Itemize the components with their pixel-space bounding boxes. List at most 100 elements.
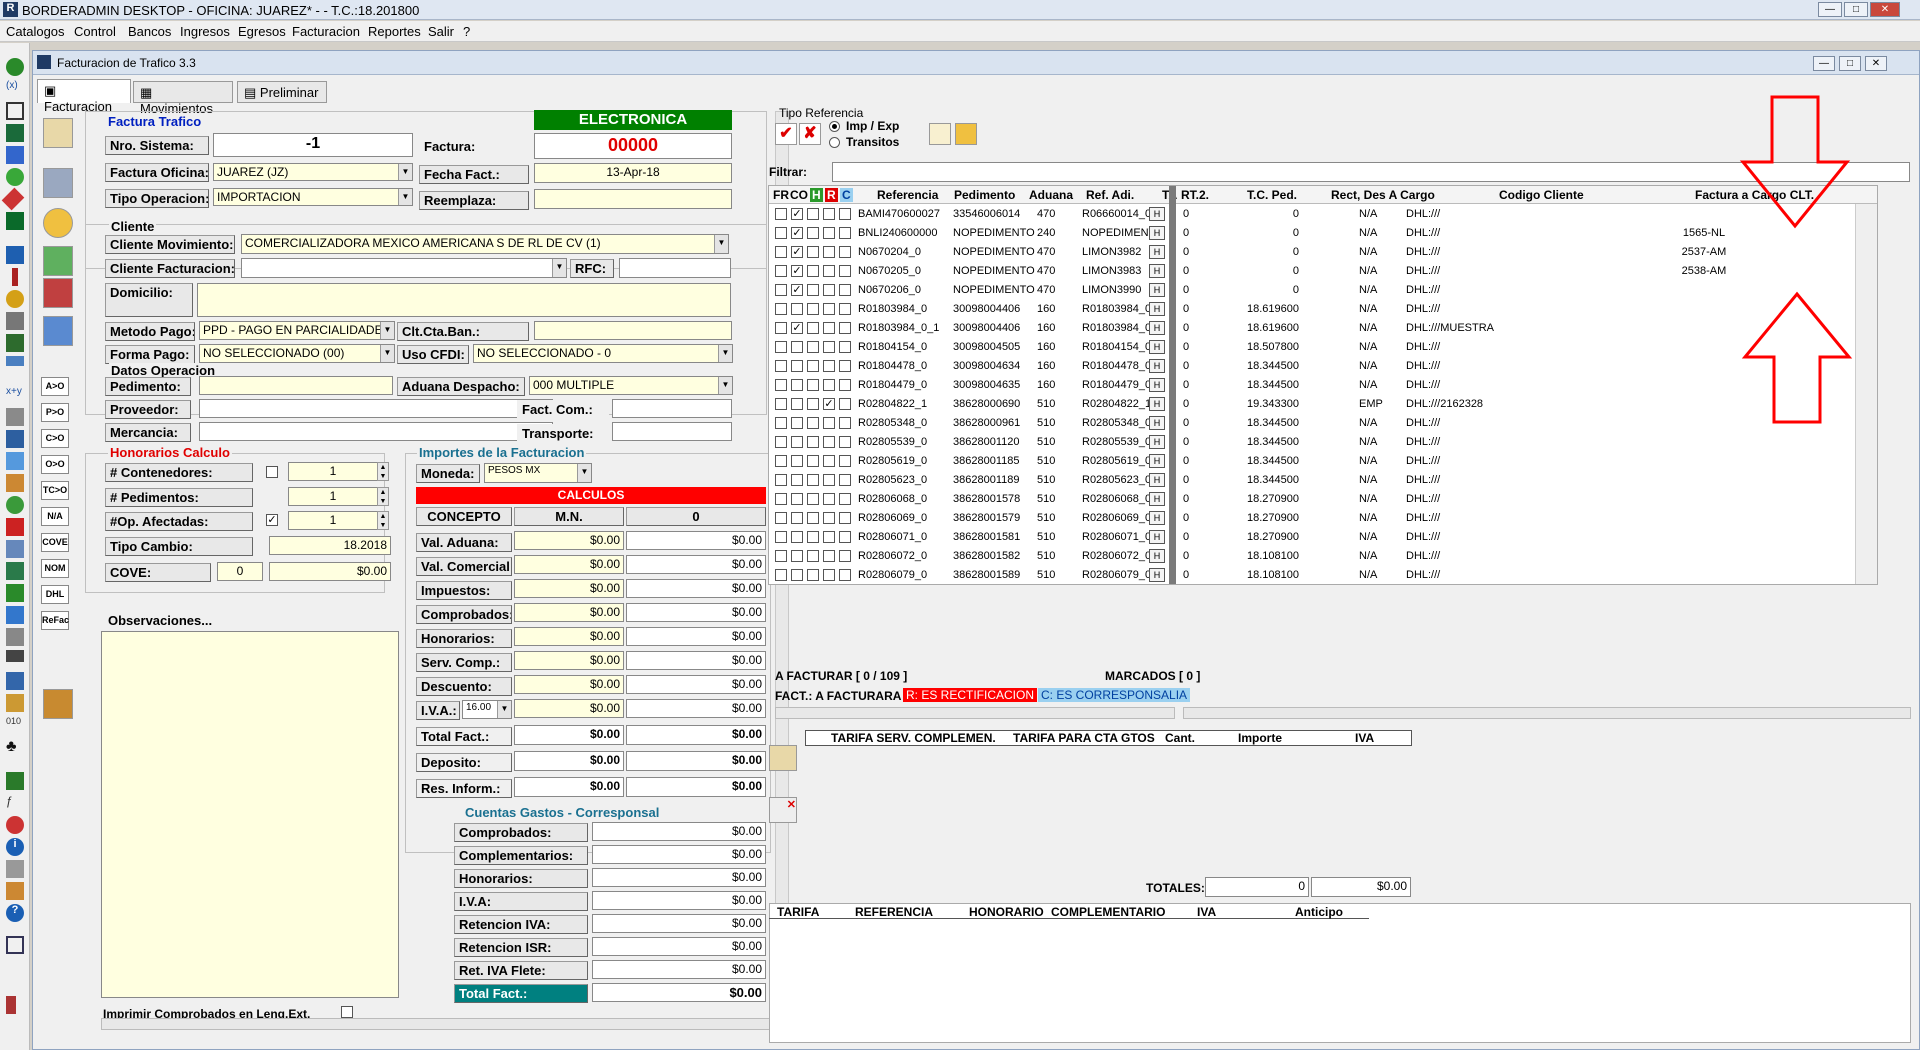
side-button-refac[interactable]: ReFac	[41, 611, 69, 630]
row-c-checkbox[interactable]	[839, 569, 851, 581]
help-icon[interactable]: ?	[6, 904, 24, 922]
row-h-checkbox[interactable]	[807, 208, 819, 220]
comprobados-value[interactable]: $0.00	[626, 603, 766, 622]
list-icon[interactable]	[6, 430, 24, 448]
mercancia-field[interactable]	[199, 422, 553, 441]
butterfly-icon[interactable]	[6, 246, 24, 264]
row-h-checkbox[interactable]	[807, 246, 819, 258]
monitor-icon[interactable]	[6, 650, 24, 662]
disk-icon[interactable]	[6, 408, 24, 426]
row-h-checkbox[interactable]	[807, 550, 819, 562]
row-h-button[interactable]: H	[1149, 454, 1165, 468]
row-r-checkbox[interactable]	[823, 265, 835, 277]
total-fact-value[interactable]: $0.00	[626, 725, 766, 745]
impuestos-value[interactable]: $0.00	[626, 579, 766, 598]
comprobados-mn[interactable]: $0.00	[514, 603, 624, 622]
iva-value[interactable]: $0.00	[626, 699, 766, 718]
contenedores-checkbox[interactable]	[266, 466, 278, 478]
spreadsheet-icon[interactable]	[43, 316, 73, 346]
pedimentos-field[interactable]: 1	[288, 487, 378, 506]
row-co-checkbox[interactable]	[791, 341, 803, 353]
side-button-cove[interactable]: COVE	[41, 533, 69, 552]
row-co-checkbox[interactable]	[791, 360, 803, 372]
row-h-checkbox[interactable]	[807, 360, 819, 372]
tarifa-delete-icon[interactable]: ✕	[769, 797, 797, 823]
table-row[interactable]: ✓ BNLI240600000 NOPEDIMENTO 240 NOPEDIMENTO H…	[769, 224, 1877, 243]
row-co-checkbox[interactable]	[791, 455, 803, 467]
row-c-checkbox[interactable]	[839, 436, 851, 448]
side-button-co[interactable]: C>O	[41, 429, 69, 448]
row-fr-checkbox[interactable]	[775, 493, 787, 505]
play-icon[interactable]	[43, 246, 73, 276]
row-co-checkbox[interactable]: ✓	[791, 227, 803, 239]
pedimentos-spinner[interactable]: ▲ ▼	[377, 487, 389, 506]
row-fr-checkbox[interactable]	[775, 208, 787, 220]
horizontal-scrollbar[interactable]	[101, 1018, 771, 1030]
totales-field-1[interactable]: 0	[1205, 877, 1309, 897]
row-co-checkbox[interactable]: ✓	[791, 265, 803, 277]
row-h-checkbox[interactable]	[807, 284, 819, 296]
cg-iva-value[interactable]: $0.00	[592, 891, 766, 910]
serv-comp-mn[interactable]: $0.00	[514, 651, 624, 670]
col-referencia[interactable]: Referencia	[877, 188, 938, 202]
totales-field-2[interactable]: $0.00	[1311, 877, 1411, 897]
menu-bancos[interactable]: Bancos	[128, 24, 171, 39]
row-r-checkbox[interactable]	[823, 436, 835, 448]
col-r[interactable]: R	[825, 188, 838, 202]
row-co-checkbox[interactable]: ✓	[791, 208, 803, 220]
row-c-checkbox[interactable]	[839, 474, 851, 486]
imprimir-checkbox[interactable]	[341, 1006, 353, 1018]
row-c-checkbox[interactable]	[839, 379, 851, 391]
grid-horizontal-scrollbar-left[interactable]	[775, 707, 1175, 719]
cg-total-fact-value[interactable]: $0.00	[592, 983, 766, 1002]
grid-horizontal-scrollbar-right[interactable]	[1183, 707, 1911, 719]
network-icon[interactable]	[6, 672, 24, 690]
grid-icon[interactable]	[6, 102, 24, 120]
row-c-checkbox[interactable]	[839, 398, 851, 410]
tarifa-col-iva[interactable]: IVA	[1355, 731, 1374, 745]
table-row[interactable]: R01804154_0 30098004505 160 R01804154_0 H 0 18…	[769, 338, 1877, 357]
window-close-button[interactable]: ✕	[1865, 56, 1887, 71]
bottom-col-anticipo[interactable]: Anticipo	[1295, 905, 1343, 919]
row-h-button[interactable]: H	[1149, 416, 1165, 430]
tarifa-add-icon[interactable]	[769, 745, 797, 771]
cliente-facturacion-select[interactable]: ▼	[241, 258, 567, 278]
side-button-po[interactable]: P>O	[41, 403, 69, 422]
row-fr-checkbox[interactable]	[775, 284, 787, 296]
cg-comprobados-value[interactable]: $0.00	[592, 822, 766, 841]
xy-icon[interactable]: x+y	[6, 386, 24, 404]
row-fr-checkbox[interactable]	[775, 360, 787, 372]
row-c-checkbox[interactable]	[839, 341, 851, 353]
window-restore-button[interactable]: □	[1839, 56, 1861, 71]
print-icon[interactable]	[43, 278, 73, 308]
bottom-col-complementario[interactable]: COMPLEMENTARIO	[1051, 905, 1165, 919]
row-h-button[interactable]: H	[1149, 321, 1165, 335]
proveedor-field[interactable]	[199, 399, 553, 418]
tipo-operacion-select[interactable]: IMPORTACION ▼	[213, 188, 413, 206]
pen-icon[interactable]	[12, 268, 18, 286]
total-fact-mn[interactable]: $0.00	[514, 725, 624, 745]
contenedores-spinner[interactable]: ▲ ▼	[377, 462, 389, 481]
row-h-checkbox[interactable]	[807, 455, 819, 467]
tarifa-col-cta[interactable]: TARIFA PARA CTA GTOS	[1013, 731, 1155, 745]
col-c[interactable]: C	[840, 188, 853, 202]
side-button-tco[interactable]: TC>O	[41, 481, 69, 500]
money-bag-icon[interactable]	[6, 58, 24, 76]
side-button-ao[interactable]: A>O	[41, 377, 69, 396]
money-icon[interactable]	[6, 168, 24, 186]
menu-egresos[interactable]: Egresos	[238, 24, 286, 39]
row-co-checkbox[interactable]: ✓	[791, 246, 803, 258]
row-c-checkbox[interactable]	[839, 322, 851, 334]
row-fr-checkbox[interactable]	[775, 341, 787, 353]
row-fr-checkbox[interactable]	[775, 398, 787, 410]
menu-catalogos[interactable]: Catalogos	[6, 24, 65, 39]
cove-value-field[interactable]: $0.00	[269, 562, 391, 581]
row-c-checkbox[interactable]	[839, 493, 851, 505]
row-h-checkbox[interactable]	[807, 474, 819, 486]
row-fr-checkbox[interactable]	[775, 246, 787, 258]
tag-icon[interactable]	[1, 187, 25, 211]
bottom-col-iva[interactable]: IVA	[1197, 905, 1216, 919]
tool-icon-2[interactable]	[955, 123, 977, 145]
nro-sistema-field[interactable]: -1	[213, 133, 413, 157]
truck-icon[interactable]	[6, 356, 24, 366]
